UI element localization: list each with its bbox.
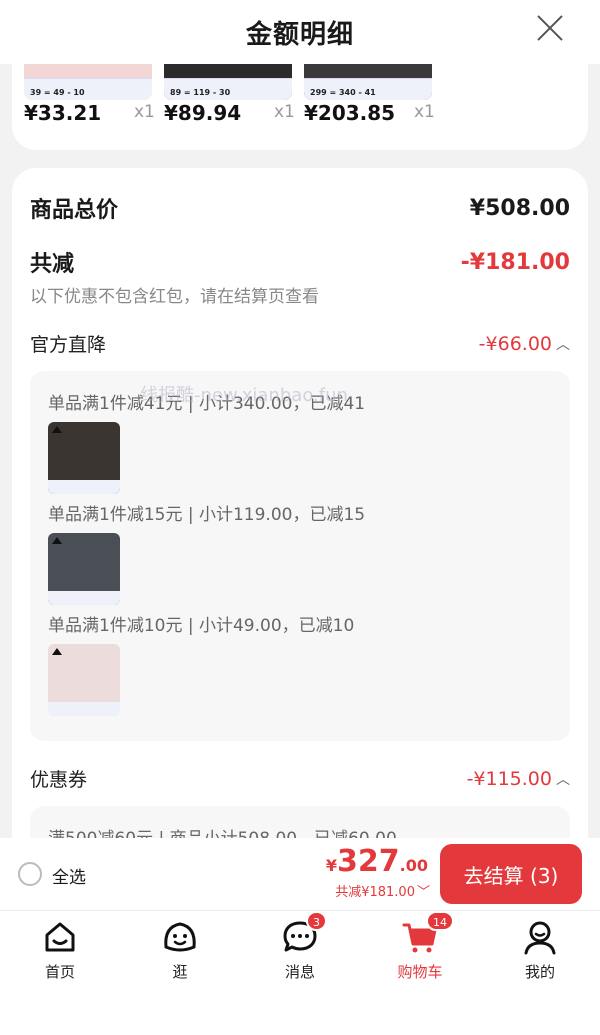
product-thumbnail: 89 = 119 - 30: [164, 64, 292, 100]
product-qty: x1: [414, 102, 435, 122]
bottom-tab-bar: 首页 逛 3 消息 14 购物车 我的: [0, 910, 600, 1035]
price-detail-card: 商品总价 ¥508.00 共减 -¥181.00 以下优惠不包含红包，请在结算页…: [12, 168, 588, 868]
official-discount-value: -¥66.00 ︿: [478, 332, 570, 355]
select-all-radio[interactable]: [18, 862, 42, 886]
product-price: ¥89.94: [164, 101, 242, 125]
total-label: 商品总价: [30, 198, 119, 223]
coupon-label: 优惠券: [30, 769, 88, 791]
official-discount-row[interactable]: 官方直降 -¥66.00 ︿: [30, 330, 570, 357]
coupon-row[interactable]: 优惠券 -¥115.00 ︿: [30, 765, 570, 792]
total-value: ¥508.00: [469, 195, 570, 221]
chevron-down-icon: ﹀: [416, 885, 430, 900]
checkout-bar: 全选 ¥ 327 .00 共减¥181.00 ﹀ 去结算 (3): [0, 838, 600, 910]
discount-rule: 单品满1件减15元 | 小计119.00，已减15: [48, 505, 366, 525]
product-price: ¥203.85: [304, 101, 396, 125]
discount-note: 以下优惠不包含红包，请在结算页查看: [30, 287, 319, 307]
discount-rule: 单品满1件减41元 | 小计340.00，已减41: [48, 394, 366, 414]
chevron-up-icon[interactable]: ︿: [556, 334, 570, 354]
tab-messages[interactable]: 3 消息: [260, 911, 340, 982]
profile-icon: [520, 917, 560, 957]
official-discount-panel: 单品满1件减41元 | 小计340.00，已减41 单品满1件减15元 | 小计…: [30, 371, 570, 741]
product-thumbnail: 39 = 49 - 10: [24, 64, 152, 100]
tab-profile[interactable]: 我的: [500, 917, 580, 982]
tab-browse[interactable]: 逛: [140, 917, 220, 982]
select-all-label[interactable]: 全选: [52, 863, 86, 888]
tab-home[interactable]: 首页: [20, 917, 100, 982]
chevron-up-icon[interactable]: ︿: [556, 769, 570, 789]
cart-icon: 14: [400, 911, 454, 957]
message-icon: 3: [280, 911, 327, 957]
checkout-button[interactable]: 去结算 (3): [440, 844, 582, 904]
product-strip: 39 = 49 - 10 ¥33.21 x1 89 = 119 - 30 ¥89…: [12, 64, 588, 150]
close-icon[interactable]: [536, 14, 564, 42]
discount-row: 共减 -¥181.00: [30, 246, 570, 278]
browse-face-icon: [160, 917, 200, 957]
official-discount-label: 官方直降: [30, 334, 107, 356]
coupon-value: -¥115.00 ︿: [466, 767, 570, 790]
home-icon: [40, 917, 80, 957]
product-thumbnail: [48, 533, 120, 605]
product-qty: x1: [274, 102, 295, 122]
tab-cart[interactable]: 14 购物车: [380, 911, 460, 982]
discount-label: 共减: [30, 252, 75, 277]
product-thumbnail: [48, 644, 120, 716]
message-badge: 3: [306, 911, 327, 931]
sheet-title: 金额明细: [245, 19, 354, 50]
total-row: 商品总价 ¥508.00: [30, 192, 570, 224]
product-thumbnail: 299 = 340 - 41: [304, 64, 432, 100]
product-qty: x1: [134, 102, 155, 122]
product-price: ¥33.21: [24, 101, 102, 125]
sheet-header: 金额明细: [0, 0, 600, 64]
cart-badge: 14: [426, 911, 454, 931]
checkout-saved[interactable]: 共减¥181.00 ﹀: [335, 881, 430, 900]
product-thumbnail: [48, 422, 120, 494]
discount-value: -¥181.00: [460, 249, 570, 275]
checkout-total: ¥ 327 .00: [325, 844, 428, 879]
discount-rule: 单品满1件减10元 | 小计49.00，已减10: [48, 616, 355, 636]
